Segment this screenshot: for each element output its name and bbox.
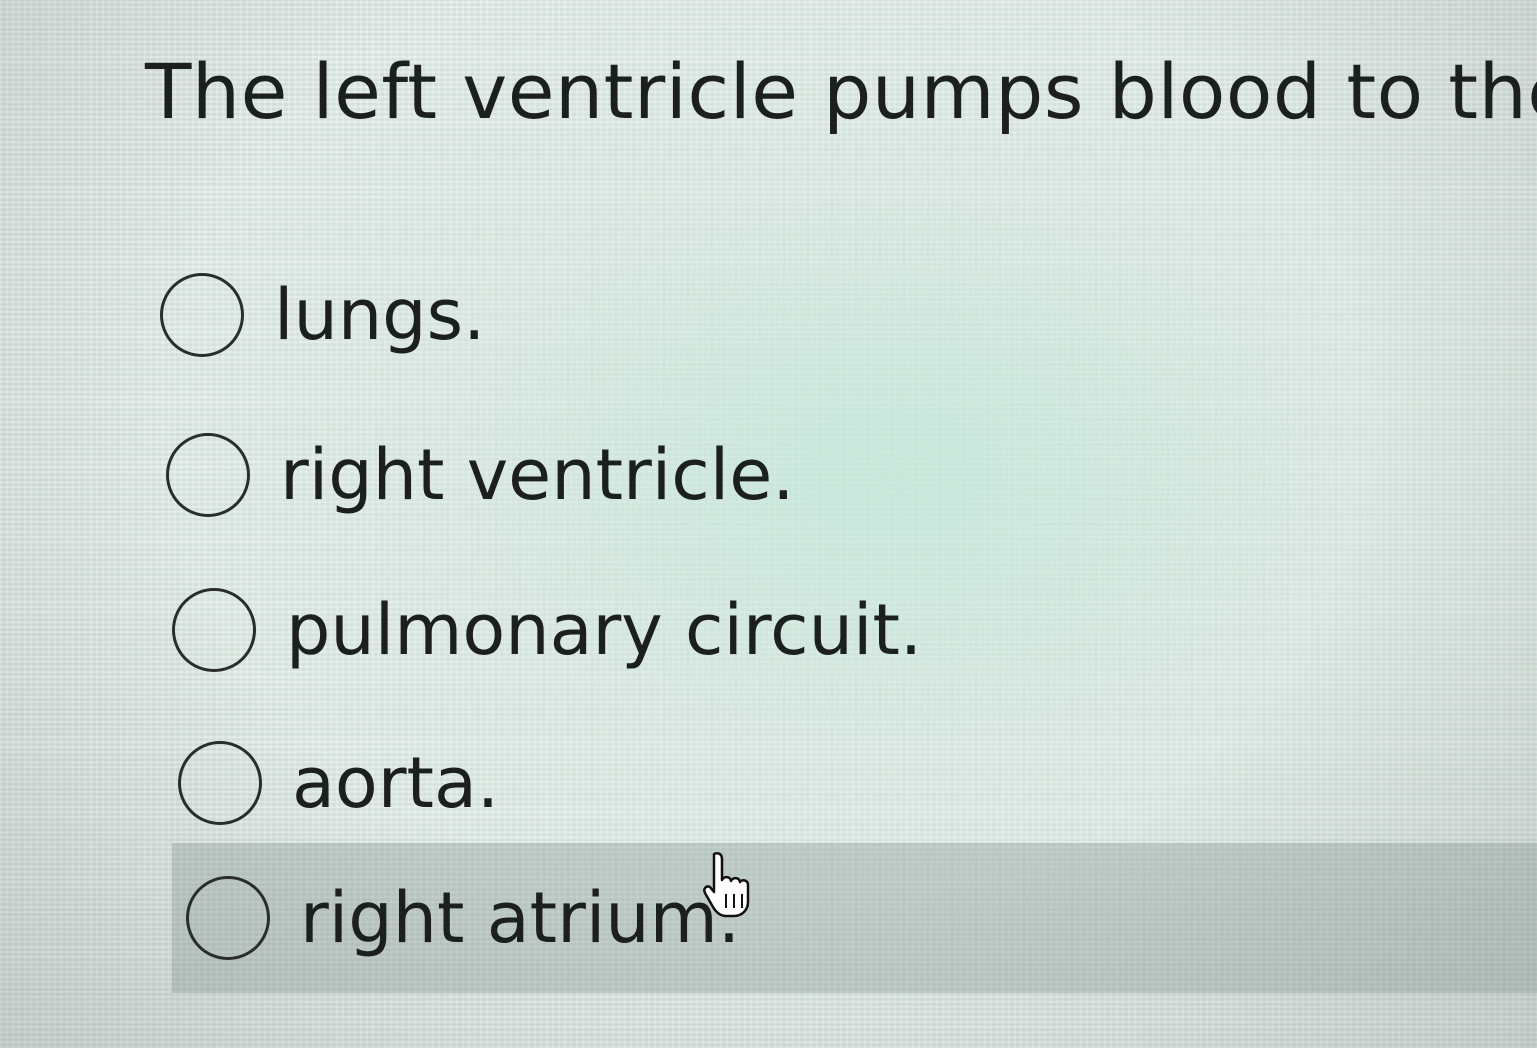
radio-button-pulmonary-circuit[interactable] [172,588,256,672]
answer-options: lungs. right ventricle. pulmonary circui… [0,0,1537,1048]
option-label-right-ventricle: right ventricle. [280,434,795,516]
radio-button-aorta[interactable] [178,741,262,825]
option-lungs[interactable]: lungs. [160,260,485,370]
option-right-ventricle[interactable]: right ventricle. [166,420,795,530]
radio-button-lungs[interactable] [160,273,244,357]
option-aorta[interactable]: aorta. [178,728,499,838]
option-pulmonary-circuit[interactable]: pulmonary circuit. [172,575,922,685]
radio-button-right-atrium[interactable] [186,876,270,960]
option-label-right-atrium: right atrium. [300,877,741,959]
option-label-lungs: lungs. [274,274,486,356]
option-right-atrium[interactable]: right atrium. [172,843,1537,993]
hand-pointer-icon [703,851,750,918]
option-label-pulmonary-circuit: pulmonary circuit. [286,589,923,671]
option-label-aorta: aorta. [292,742,500,824]
radio-button-right-ventricle[interactable] [166,433,250,517]
